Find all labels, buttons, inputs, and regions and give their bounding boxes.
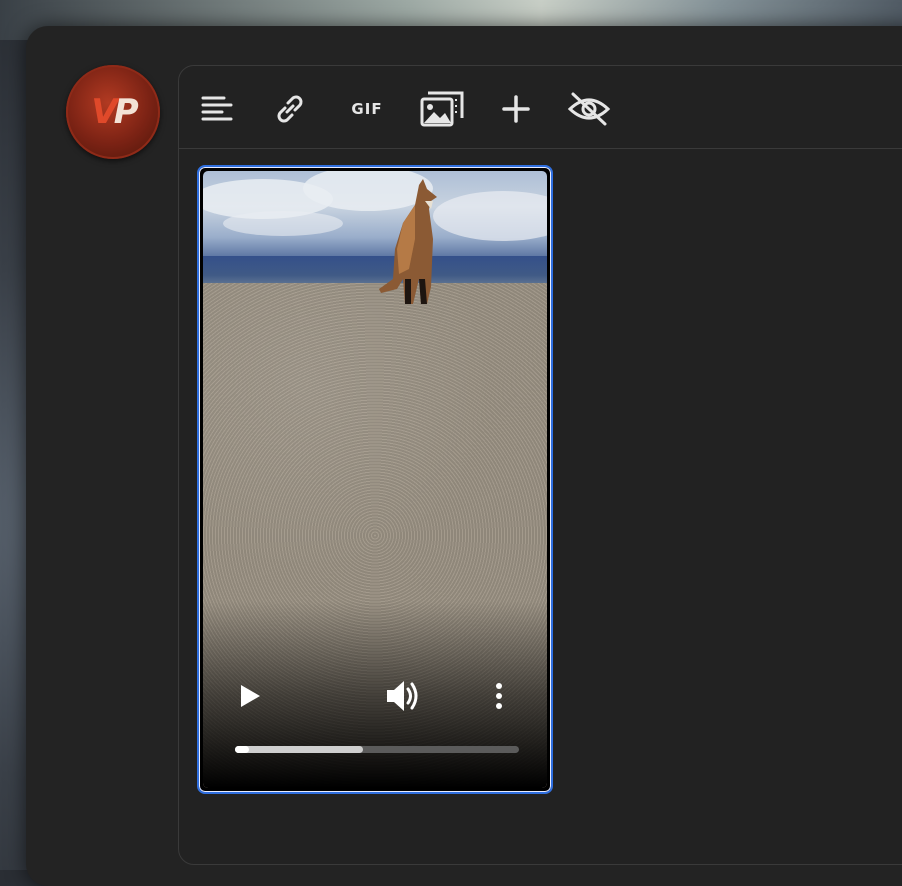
play-icon	[241, 685, 260, 707]
text-align-button[interactable]	[196, 88, 238, 130]
video-player[interactable]	[197, 165, 553, 794]
media-gallery-icon	[420, 91, 464, 127]
text-align-icon	[201, 96, 233, 121]
progress-played	[235, 746, 250, 753]
volume-button[interactable]	[383, 677, 423, 715]
more-vertical-icon	[496, 683, 502, 709]
link-icon	[277, 95, 303, 123]
eye-off-icon	[567, 92, 611, 126]
video-progress-bar[interactable]	[235, 746, 519, 753]
progress-buffered	[235, 746, 363, 753]
volume-icon	[387, 681, 418, 711]
video-frame	[203, 171, 547, 788]
more-options-button[interactable]	[487, 679, 511, 713]
gif-label: GIF	[351, 100, 383, 118]
gif-button[interactable]: GIF	[345, 88, 389, 130]
media-gallery-button[interactable]	[419, 88, 467, 130]
avatar-logo: VP	[91, 92, 138, 132]
composer-toolbar: GIF	[179, 66, 902, 149]
fox-image	[379, 179, 437, 304]
link-button[interactable]	[269, 88, 311, 130]
hide-button[interactable]	[566, 88, 612, 130]
plus-icon	[502, 95, 530, 123]
add-button[interactable]	[495, 88, 537, 130]
play-button[interactable]	[233, 679, 267, 713]
avatar[interactable]: VP	[66, 65, 160, 159]
